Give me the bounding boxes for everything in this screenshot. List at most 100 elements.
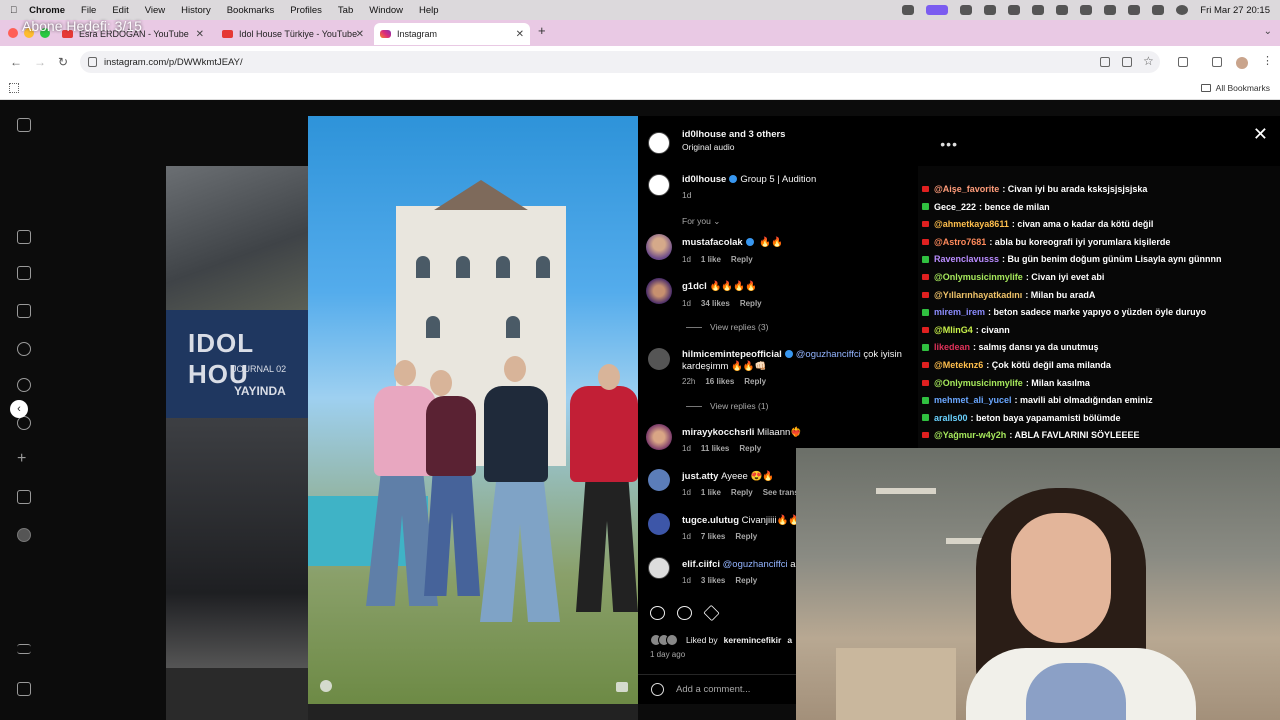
apple-icon[interactable]:  (10, 5, 17, 16)
tab-close-icon[interactable]: ✕ (516, 29, 524, 40)
reply-button[interactable]: Reply (740, 299, 762, 308)
notifications-heart-icon[interactable] (17, 416, 31, 430)
comment-likes[interactable]: 3 likes (701, 576, 725, 585)
menubar-clock[interactable]: Fri Mar 27 20:15 (1200, 5, 1270, 16)
comment-likes[interactable]: 7 likes (701, 532, 725, 541)
screen-record-icon[interactable] (902, 5, 915, 15)
comment-bubble-icon[interactable] (677, 606, 692, 620)
menu-tab[interactable]: Tab (338, 5, 353, 16)
search-icon[interactable] (17, 342, 31, 356)
bluetooth-icon[interactable] (1056, 5, 1069, 15)
extensions-icon[interactable] (1178, 57, 1188, 67)
menu-edit[interactable]: Edit (112, 5, 128, 16)
tab-search-icon[interactable]: ⌄ (1264, 26, 1272, 37)
menu-profiles[interactable]: Profiles (290, 5, 322, 16)
comment-username[interactable]: tugce.ulutug (682, 515, 739, 526)
comment-avatar[interactable] (648, 348, 670, 370)
dashboard-icon[interactable] (17, 490, 31, 504)
close-window-button[interactable] (8, 28, 18, 38)
wifi-icon[interactable] (1080, 5, 1093, 15)
coauthors-link[interactable]: and 3 others (729, 129, 786, 140)
menu-bookmarks[interactable]: Bookmarks (227, 5, 275, 16)
tab-instagram[interactable]: Instagram ✕ (374, 23, 530, 45)
home-icon[interactable] (17, 230, 31, 244)
comment-username[interactable]: just.atty (682, 471, 718, 482)
comment-sort-dropdown[interactable]: For you ⌄ (682, 216, 720, 227)
new-tab-icon[interactable]: + (538, 23, 546, 38)
battery-icon[interactable] (1104, 5, 1117, 15)
comment-username[interactable]: g1dcl (682, 281, 707, 292)
add-comment-input[interactable]: Add a comment... (638, 674, 796, 704)
view-replies-button[interactable]: View replies (3) (686, 322, 768, 332)
messages-icon[interactable] (17, 304, 31, 318)
profile-avatar[interactable] (1236, 57, 1248, 69)
author-avatar[interactable] (648, 132, 670, 154)
comment-likes[interactable]: 1 like (701, 255, 721, 264)
reload-icon[interactable]: ↻ (58, 55, 68, 69)
search-icon[interactable] (1128, 5, 1141, 15)
comment-mention-link[interactable]: @oguzhanciffci (723, 559, 788, 570)
pen-icon[interactable] (984, 5, 997, 15)
close-modal-icon[interactable]: ✕ (1253, 124, 1268, 145)
apps-icon[interactable] (17, 682, 31, 696)
mute-icon[interactable] (616, 682, 628, 692)
comment-username[interactable]: elif.ciifci (682, 559, 720, 570)
reels-icon[interactable] (17, 266, 31, 280)
apps-grid-icon[interactable] (9, 83, 19, 93)
comment-likes[interactable]: 11 likes (701, 444, 729, 453)
tab-close-icon[interactable]: ✕ (356, 29, 364, 40)
comment-mention-link[interactable]: @oguzhanciffci (796, 349, 861, 360)
comment-likes[interactable]: 34 likes (701, 299, 730, 308)
liked-by-rest[interactable]: a (787, 635, 792, 645)
back-icon[interactable]: ← (10, 55, 22, 69)
reply-button[interactable]: Reply (731, 488, 753, 497)
comment-username[interactable]: mustafacolak (682, 237, 743, 248)
reply-button[interactable]: Reply (739, 444, 761, 453)
emoji-icon[interactable] (651, 683, 664, 696)
cast-icon[interactable] (1122, 57, 1132, 67)
comment-likes[interactable]: 16 likes (705, 377, 734, 386)
comment-username[interactable]: mirayykocchsrli (682, 427, 754, 438)
caption-avatar[interactable] (648, 174, 670, 196)
more-options-icon[interactable]: ••• (940, 136, 958, 152)
comment-likes[interactable]: 1 like (701, 488, 721, 497)
more-menu-icon[interactable] (17, 644, 31, 654)
view-replies-button[interactable]: View replies (1) (686, 401, 768, 411)
forward-icon[interactable]: → (34, 55, 46, 69)
menu-window[interactable]: Window (369, 5, 403, 16)
tab-idolhouse-youtube[interactable]: Idol House Türkiye - YouTube ✕ (216, 23, 370, 45)
comment-avatar[interactable] (646, 234, 672, 260)
menu-history[interactable]: History (181, 5, 211, 16)
audio-link[interactable]: Original audio (682, 142, 734, 152)
comment-username[interactable]: hilmicemintepeofficial (682, 349, 782, 360)
tagged-people-icon[interactable] (320, 680, 332, 692)
chrome-menu-icon[interactable]: ⋮ (1262, 54, 1273, 67)
menu-help[interactable]: Help (419, 5, 439, 16)
address-bar[interactable]: instagram.com/p/DWWkmtJEAY/ (80, 51, 1160, 73)
author-username[interactable]: id0lhouse (682, 129, 726, 140)
reading-list-icon[interactable] (1212, 57, 1222, 67)
create-plus-icon[interactable]: + (17, 451, 31, 467)
explore-icon[interactable] (17, 378, 31, 392)
siri-icon[interactable] (1176, 5, 1189, 15)
all-bookmarks-button[interactable]: All Bookmarks (1200, 83, 1270, 93)
keyboard-icon[interactable] (1032, 5, 1045, 15)
caption-username[interactable]: id0lhouse (682, 174, 726, 185)
reply-button[interactable]: Reply (744, 377, 766, 386)
see-translation-button[interactable]: See trans (763, 488, 799, 497)
prev-post-arrow-icon[interactable]: ‹ (10, 400, 28, 418)
menu-view[interactable]: View (145, 5, 165, 16)
site-info-icon[interactable] (88, 57, 97, 67)
author-name[interactable]: id0lhouse and 3 others (682, 129, 785, 140)
control-center-icon[interactable] (1152, 5, 1165, 15)
reply-button[interactable]: Reply (735, 532, 757, 541)
stage-icon[interactable] (926, 5, 949, 15)
tab-close-icon[interactable]: ✕ (196, 29, 204, 40)
post-media-video[interactable] (308, 116, 638, 704)
bookmark-star-icon[interactable]: ☆ (1143, 54, 1154, 68)
translate-icon[interactable] (1100, 57, 1110, 67)
cloud-icon[interactable] (960, 5, 973, 15)
like-heart-icon[interactable] (650, 606, 665, 620)
comment-avatar[interactable] (646, 278, 672, 304)
instagram-logo-icon[interactable] (17, 118, 31, 132)
